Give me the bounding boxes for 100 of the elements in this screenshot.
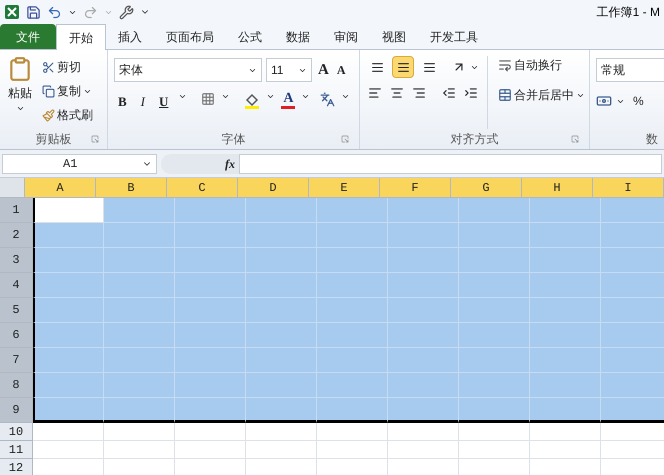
bold-button[interactable]: B (114, 92, 131, 112)
selected-cell[interactable] (388, 298, 459, 323)
ribbon-tab[interactable]: 页面布局 (154, 24, 226, 49)
dialog-launcher-icon[interactable] (571, 135, 579, 143)
selected-cell[interactable] (317, 298, 388, 323)
row-header[interactable]: 9 (0, 398, 33, 423)
redo-icon[interactable] (83, 4, 98, 20)
selected-cell[interactable] (388, 398, 459, 423)
cell[interactable] (246, 441, 317, 459)
selected-cell[interactable] (388, 198, 459, 223)
selected-cell[interactable] (530, 298, 601, 323)
selected-cell[interactable] (530, 398, 601, 423)
selected-cell[interactable] (459, 273, 530, 298)
number-format-field[interactable]: 常规 (596, 58, 664, 82)
selected-cell[interactable] (104, 398, 175, 423)
selected-cell[interactable] (459, 298, 530, 323)
selected-cell[interactable] (104, 348, 175, 373)
borders-icon[interactable] (201, 92, 216, 106)
fill-color-icon[interactable] (244, 92, 260, 110)
cell[interactable] (33, 423, 104, 441)
ribbon-tab[interactable]: 公式 (226, 24, 274, 49)
row-header[interactable]: 12 (0, 459, 33, 475)
selected-cell[interactable] (175, 223, 246, 248)
column-header[interactable]: D (238, 178, 309, 198)
selected-cell[interactable] (246, 223, 317, 248)
selected-cell[interactable] (601, 373, 664, 398)
selected-cell[interactable] (246, 373, 317, 398)
column-header[interactable]: I (593, 178, 664, 198)
selected-cell[interactable] (601, 223, 664, 248)
font-color-button[interactable]: A (281, 92, 296, 109)
cell[interactable] (530, 423, 601, 441)
selected-cell[interactable] (317, 373, 388, 398)
caret-icon[interactable] (221, 92, 230, 101)
selected-cell[interactable] (104, 323, 175, 348)
selected-cell[interactable] (388, 323, 459, 348)
cell[interactable] (530, 441, 601, 459)
selected-cell[interactable] (175, 273, 246, 298)
ribbon-tab[interactable]: 开发工具 (418, 24, 490, 49)
copy-button[interactable]: 复制 (40, 82, 95, 100)
selected-cell[interactable] (317, 248, 388, 273)
row-header[interactable]: 6 (0, 323, 33, 348)
selected-cell[interactable] (530, 273, 601, 298)
selected-cell[interactable] (33, 323, 104, 348)
cell[interactable] (246, 423, 317, 441)
ribbon-tab[interactable]: 数据 (274, 24, 322, 49)
column-header[interactable]: C (167, 178, 238, 198)
select-all-corner[interactable] (0, 178, 25, 198)
selected-cell[interactable] (175, 348, 246, 373)
selected-cell[interactable] (530, 223, 601, 248)
name-box[interactable]: A1 (2, 154, 157, 174)
selected-cell[interactable] (601, 248, 664, 273)
selected-cell[interactable] (530, 248, 601, 273)
row-header[interactable]: 11 (0, 441, 33, 459)
selected-cell[interactable] (175, 398, 246, 423)
selected-cell[interactable] (388, 373, 459, 398)
selected-cell[interactable] (104, 273, 175, 298)
selected-cell[interactable] (530, 323, 601, 348)
selected-cell[interactable] (388, 248, 459, 273)
paste-button[interactable]: 粘贴 (0, 56, 40, 129)
column-header[interactable]: H (522, 178, 593, 198)
wrap-text-button[interactable]: 自动换行 (496, 56, 587, 74)
caret-icon[interactable] (341, 92, 350, 101)
column-header[interactable]: B (96, 178, 167, 198)
selected-cell[interactable] (33, 398, 104, 423)
selected-cell[interactable] (388, 348, 459, 373)
cell[interactable] (33, 441, 104, 459)
selected-cell[interactable] (317, 348, 388, 373)
decrease-indent-icon[interactable] (442, 86, 456, 100)
caret-icon[interactable] (178, 92, 188, 101)
selected-cell[interactable] (246, 273, 317, 298)
cell[interactable] (104, 441, 175, 459)
selected-cell[interactable] (530, 373, 601, 398)
selected-cell[interactable] (246, 298, 317, 323)
row-header[interactable]: 8 (0, 373, 33, 398)
selected-cell[interactable] (246, 398, 317, 423)
row-header[interactable]: 10 (0, 423, 33, 441)
selected-cell[interactable] (459, 198, 530, 223)
cell[interactable] (104, 423, 175, 441)
align-center-icon[interactable] (390, 86, 404, 100)
column-header[interactable]: E (309, 178, 380, 198)
column-header[interactable]: F (380, 178, 451, 198)
selected-cell[interactable] (388, 273, 459, 298)
active-cell[interactable] (33, 198, 104, 223)
ribbon-tab[interactable]: 插入 (106, 24, 154, 49)
selected-cell[interactable] (104, 373, 175, 398)
cell[interactable] (459, 423, 530, 441)
selected-cell[interactable] (33, 273, 104, 298)
row-header[interactable]: 2 (0, 223, 33, 248)
row-header[interactable]: 5 (0, 298, 33, 323)
caret-icon[interactable] (301, 92, 310, 101)
selected-cell[interactable] (601, 198, 664, 223)
caret-icon[interactable] (266, 92, 276, 101)
selected-cell[interactable] (317, 398, 388, 423)
selected-cell[interactable] (459, 373, 530, 398)
italic-button[interactable]: I (136, 92, 150, 112)
tools-icon[interactable] (119, 4, 134, 20)
cell[interactable] (388, 423, 459, 441)
selected-cell[interactable] (317, 223, 388, 248)
cell[interactable] (317, 423, 388, 441)
row-header[interactable]: 1 (0, 198, 33, 223)
